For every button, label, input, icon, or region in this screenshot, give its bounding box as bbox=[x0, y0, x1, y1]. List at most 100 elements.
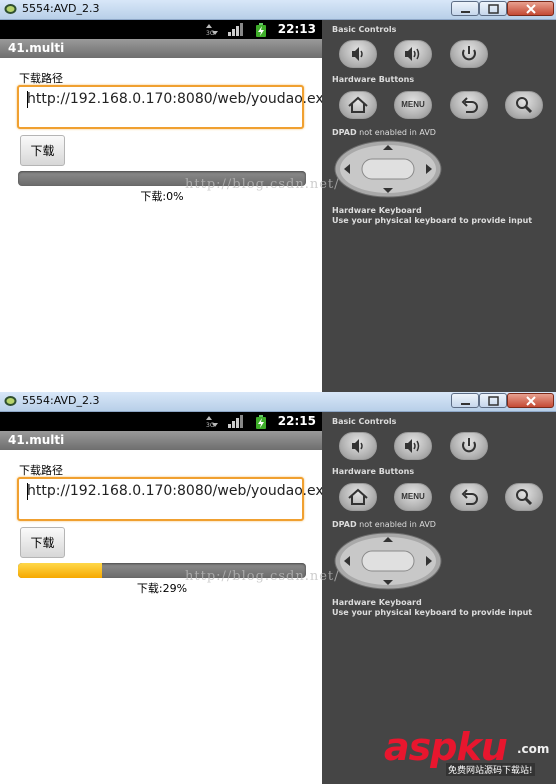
back-icon bbox=[461, 489, 478, 505]
keyboard-title: Hardware Keyboard bbox=[332, 206, 422, 215]
volume-up-icon bbox=[405, 47, 420, 61]
text-cursor bbox=[27, 483, 28, 500]
volume-up-button[interactable] bbox=[394, 40, 432, 68]
emulator-controls: Basic Controls Hardware Buttons MENU DPA… bbox=[322, 20, 556, 392]
android-robot-icon bbox=[4, 396, 17, 406]
battery-icon bbox=[256, 415, 266, 429]
app-title: 41.multi bbox=[8, 41, 65, 55]
volume-up-icon bbox=[405, 439, 420, 453]
path-label: 下载路径 bbox=[19, 72, 63, 85]
dpad-control[interactable] bbox=[334, 532, 442, 590]
dpad-center[interactable] bbox=[361, 158, 415, 180]
keyboard-info: Hardware Keyboard Use your physical keyb… bbox=[332, 598, 532, 618]
hardware-buttons-heading: Hardware Buttons bbox=[332, 75, 415, 84]
minimize-icon bbox=[461, 403, 470, 405]
menu-button[interactable]: MENU bbox=[394, 91, 432, 119]
keyboard-title: Hardware Keyboard bbox=[332, 598, 422, 607]
search-icon bbox=[516, 489, 533, 506]
minimize-icon bbox=[461, 11, 470, 13]
menu-button-label: MENU bbox=[401, 492, 425, 501]
close-button[interactable] bbox=[507, 393, 554, 408]
home-icon bbox=[348, 488, 368, 505]
logo-tagline: 免费网站源码下载站! bbox=[446, 763, 535, 776]
volume-up-button[interactable] bbox=[394, 432, 432, 460]
status-time: 22:13 bbox=[277, 22, 316, 36]
url-input[interactable]: http://192.168.0.170:8080/web/youdao.exe bbox=[17, 477, 332, 521]
power-button[interactable] bbox=[450, 432, 488, 460]
emulator-window: 5554:AVD_2.3 3G 22:13 41.multi 下载路径 http… bbox=[0, 0, 556, 392]
window-title: 5554:AVD_2.3 bbox=[22, 2, 100, 15]
dpad-label: DPAD bbox=[332, 128, 357, 137]
status-bar: 3G 22:15 bbox=[0, 412, 322, 431]
dpad-note: not enabled in AVD bbox=[356, 520, 436, 529]
back-button[interactable] bbox=[450, 483, 488, 511]
dpad-heading: DPAD not enabled in AVD bbox=[332, 520, 436, 529]
svg-text:3G: 3G bbox=[206, 422, 215, 428]
dpad-center[interactable] bbox=[361, 550, 415, 572]
home-icon bbox=[348, 96, 368, 113]
data-arrows-icon: 3G bbox=[206, 416, 218, 428]
android-robot-icon bbox=[4, 4, 17, 14]
search-button[interactable] bbox=[505, 91, 543, 119]
signal-icon bbox=[228, 23, 243, 36]
svg-text:3G: 3G bbox=[206, 30, 215, 36]
basic-controls-heading: Basic Controls bbox=[332, 417, 397, 426]
power-icon bbox=[462, 438, 476, 453]
close-icon bbox=[526, 396, 536, 406]
menu-button-label: MENU bbox=[401, 100, 425, 109]
menu-button[interactable]: MENU bbox=[394, 483, 432, 511]
signal-icon bbox=[228, 415, 243, 428]
search-icon bbox=[516, 97, 533, 114]
progress-fill bbox=[18, 563, 102, 578]
window-titlebar[interactable]: 5554:AVD_2.3 bbox=[0, 392, 556, 412]
volume-down-icon bbox=[352, 47, 363, 61]
window-title: 5554:AVD_2.3 bbox=[22, 394, 100, 407]
dpad-note: not enabled in AVD bbox=[356, 128, 436, 137]
site-logo: aspku .com 免费网站源码下载站! bbox=[384, 725, 554, 783]
url-input[interactable]: http://192.168.0.170:8080/web/youdao.exe bbox=[17, 85, 332, 129]
app-title: 41.multi bbox=[8, 433, 65, 447]
home-button[interactable] bbox=[339, 483, 377, 511]
close-button[interactable] bbox=[507, 1, 554, 16]
device-screen: 3G 22:15 41.multi 下载路径 http://192.168.0.… bbox=[0, 412, 332, 784]
text-cursor bbox=[27, 91, 28, 108]
keyboard-note: Use your physical keyboard to provide in… bbox=[332, 608, 533, 617]
battery-icon bbox=[256, 23, 266, 37]
volume-down-button[interactable] bbox=[339, 40, 377, 68]
status-bar: 3G 22:13 bbox=[0, 20, 322, 39]
minimize-button[interactable] bbox=[451, 393, 479, 408]
url-input-value: http://192.168.0.170:8080/web/youdao.exe bbox=[27, 483, 332, 499]
minimize-button[interactable] bbox=[451, 1, 479, 16]
keyboard-info: Hardware Keyboard Use your physical keyb… bbox=[332, 206, 532, 226]
data-arrows-icon: 3G bbox=[206, 24, 218, 36]
dpad-control[interactable] bbox=[334, 140, 442, 198]
basic-controls-heading: Basic Controls bbox=[332, 25, 397, 34]
url-input-value: http://192.168.0.170:8080/web/youdao.exe bbox=[27, 91, 332, 107]
search-button[interactable] bbox=[505, 483, 543, 511]
maximize-button[interactable] bbox=[479, 393, 507, 408]
home-button[interactable] bbox=[339, 91, 377, 119]
dpad-label: DPAD bbox=[332, 520, 357, 529]
app-title-bar: 41.multi bbox=[0, 39, 322, 58]
device-screen: 3G 22:13 41.multi 下载路径 http://192.168.0.… bbox=[0, 20, 332, 392]
volume-down-icon bbox=[352, 439, 363, 453]
path-label: 下载路径 bbox=[19, 464, 63, 477]
logo-suffix: .com bbox=[517, 742, 550, 756]
download-button[interactable]: 下载 bbox=[20, 527, 65, 558]
power-icon bbox=[462, 46, 476, 61]
download-button[interactable]: 下载 bbox=[20, 135, 65, 166]
dpad-heading: DPAD not enabled in AVD bbox=[332, 128, 436, 137]
watermark: http://blog.csdn.net/ bbox=[185, 569, 340, 584]
hardware-buttons-heading: Hardware Buttons bbox=[332, 467, 415, 476]
status-time: 22:15 bbox=[277, 414, 316, 428]
volume-down-button[interactable] bbox=[339, 432, 377, 460]
maximize-icon bbox=[488, 4, 499, 14]
window-titlebar[interactable]: 5554:AVD_2.3 bbox=[0, 0, 556, 20]
watermark: http://blog.csdn.net/ bbox=[185, 177, 340, 192]
close-icon bbox=[526, 4, 536, 14]
power-button[interactable] bbox=[450, 40, 488, 68]
app-title-bar: 41.multi bbox=[0, 431, 322, 450]
maximize-button[interactable] bbox=[479, 1, 507, 16]
back-button[interactable] bbox=[450, 91, 488, 119]
keyboard-note: Use your physical keyboard to provide in… bbox=[332, 216, 533, 225]
